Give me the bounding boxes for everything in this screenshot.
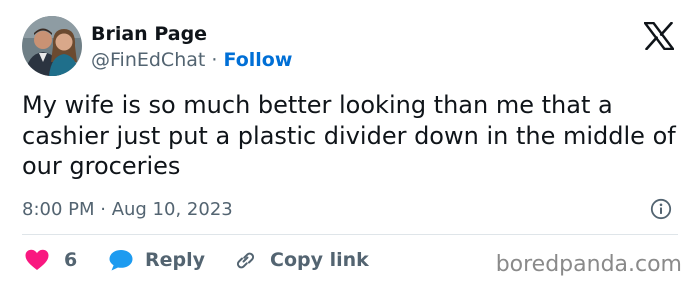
watermark: boredpanda.com [495,252,682,277]
divider [22,234,678,235]
like-count: 6 [64,249,78,271]
author-handle-row: @FinEdChat · Follow [91,48,292,72]
author-name[interactable]: Brian Page [91,22,207,46]
info-icon[interactable] [650,198,672,220]
x-logo-icon[interactable] [643,21,675,51]
follow-button[interactable]: Follow [223,49,292,71]
heart-icon [25,249,49,270]
author-handle[interactable]: @FinEdChat [91,49,205,71]
tweet-timestamp[interactable]: 8:00 PM · Aug 10, 2023 [22,198,233,222]
link-icon [236,252,255,269]
avatar[interactable] [22,16,82,76]
copy-link-button[interactable]: Copy link [232,246,369,274]
reply-label: Reply [145,249,206,271]
avatar-image [22,16,82,76]
reply-button[interactable]: Reply [108,246,205,274]
speech-bubble-icon [109,250,133,271]
like-button[interactable]: 6 [24,246,77,274]
tweet-text: My wife is so much better looking than m… [22,91,676,180]
copy-link-label: Copy link [270,249,369,271]
separator-dot: · [211,49,218,71]
